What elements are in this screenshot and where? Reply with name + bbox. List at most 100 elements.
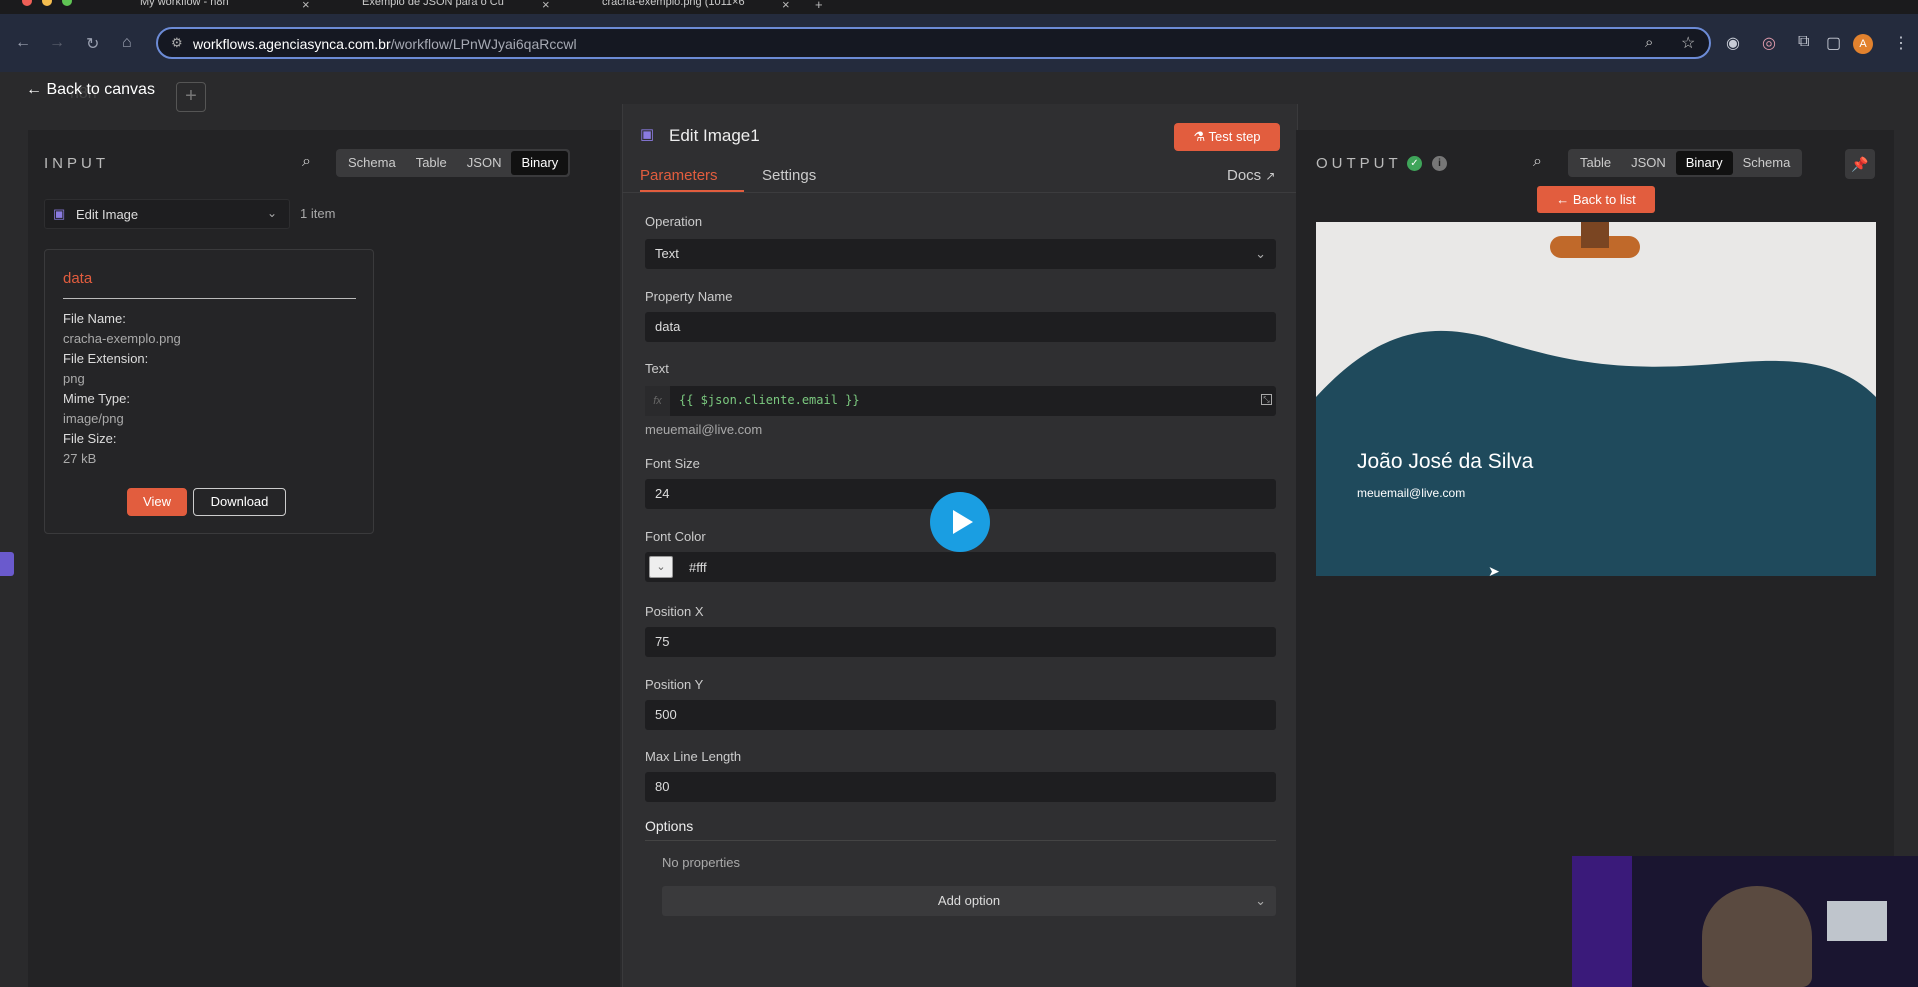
bookmark-star-icon[interactable]: ☆ (1681, 33, 1695, 53)
arrow-left-icon: ← (1556, 192, 1570, 207)
tab-title: My workflow - n8n (140, 0, 229, 8)
close-tab-icon[interactable]: × (302, 0, 310, 12)
tab-binary[interactable]: Binary (511, 151, 569, 175)
output-panel-title: OUTPUT (1316, 155, 1402, 172)
extensions-puzzle-icon[interactable]: ⧉ (1798, 33, 1809, 51)
badge-image-preview: João José da Silva meuemail@live.com (1316, 222, 1876, 576)
tab-json[interactable]: JSON (1621, 151, 1676, 175)
chevron-down-icon: ⌄ (267, 206, 278, 220)
tabs-divider (622, 192, 1298, 193)
badge-email: meuemail@live.com (1357, 486, 1466, 500)
success-check-icon: ✓ (1407, 156, 1422, 171)
chevron-down-icon: ⌄ (1255, 893, 1266, 908)
view-button[interactable]: View (127, 488, 187, 516)
avatar-letter: A (1859, 38, 1867, 50)
address-bar[interactable]: ⚙ workflows.agenciasynca.com.br/workflow… (156, 27, 1711, 59)
mime-label: Mime Type: (63, 391, 130, 406)
home-icon[interactable]: ⌂ (122, 34, 132, 52)
webcam-backlight (1572, 856, 1632, 987)
arrow-left-icon: ← (26, 81, 42, 98)
side-handle[interactable] (0, 552, 14, 576)
font-color-value: #fff (689, 560, 707, 575)
tab-title: cracha-exemplo.png (1011×6 (602, 0, 745, 8)
close-tab-icon[interactable]: × (782, 0, 790, 12)
file-ext-value: png (63, 371, 85, 386)
tab-table[interactable]: Table (406, 151, 457, 175)
input-node-select[interactable]: ▣ Edit Image ⌄ (44, 199, 290, 229)
close-window-dot[interactable] (22, 0, 32, 6)
sidebar-icon[interactable]: ▢ (1826, 33, 1841, 53)
font-color-input[interactable]: ⌄ #fff (645, 552, 1276, 582)
search-icon[interactable]: ⌕ (302, 153, 311, 171)
max-line-length-input[interactable]: 80 (645, 772, 1276, 802)
search-icon[interactable]: ⌕ (1533, 153, 1542, 171)
tab-table[interactable]: Table (1570, 151, 1621, 175)
tab-settings[interactable]: Settings (762, 167, 816, 184)
play-video-button[interactable] (930, 492, 990, 552)
tab-json[interactable]: JSON (457, 151, 512, 175)
file-size-value: 27 kB (63, 451, 97, 466)
tab-parameters[interactable]: Parameters (640, 167, 718, 184)
webcam-person (1702, 886, 1812, 987)
flask-icon: ⚗ (1193, 129, 1206, 144)
tab-schema[interactable]: Schema (1733, 151, 1801, 175)
play-icon (953, 510, 973, 534)
card-divider (63, 298, 356, 299)
download-button[interactable]: Download (193, 488, 286, 516)
add-option-button[interactable]: Add option ⌄ (662, 886, 1276, 916)
badge-name: João José da Silva (1357, 450, 1534, 473)
forward-arrow-icon[interactable]: → (49, 34, 65, 52)
close-tab-icon[interactable]: × (542, 0, 550, 12)
test-step-label: Test step (1208, 129, 1261, 144)
reload-icon[interactable]: ↻ (86, 34, 99, 54)
extension-icon[interactable]: ◉ (1726, 33, 1740, 53)
new-tab-icon[interactable]: + (815, 0, 823, 12)
site-settings-icon[interactable]: ⚙ (171, 35, 183, 51)
image-icon: ▣ (640, 126, 655, 143)
zoom-icon[interactable]: ⌕ (1645, 34, 1653, 51)
position-y-input[interactable]: 500 (645, 700, 1276, 730)
chrome-extension-icon[interactable]: ◎ (1762, 33, 1776, 53)
expand-icon[interactable]: ⤡ (1261, 394, 1272, 405)
docs-link[interactable]: Docs ↗ (1227, 167, 1275, 184)
maximize-window-dot[interactable] (62, 0, 72, 6)
back-arrow-icon[interactable]: ← (15, 34, 31, 52)
font-color-label: Font Color (645, 529, 706, 544)
back-to-canvas-label: Back to canvas (46, 81, 155, 98)
modal-title[interactable]: Edit Image1 (669, 126, 760, 146)
property-name-input[interactable]: data (645, 312, 1276, 342)
text-expression-input[interactable]: fx {{ $json.cliente.email }} ⤡ (645, 386, 1276, 416)
profile-avatar[interactable]: A (1853, 34, 1873, 54)
max-line-length-label: Max Line Length (645, 749, 742, 764)
info-icon[interactable]: i (1432, 156, 1447, 171)
output-view-tabs: Table JSON Binary Schema (1568, 149, 1803, 177)
browser-tab-github[interactable]: Exemplo de JSON para o Cu (342, 0, 532, 14)
color-swatch-picker[interactable]: ⌄ (649, 556, 673, 578)
file-name-label: File Name: (63, 311, 126, 326)
tab-binary[interactable]: Binary (1675, 151, 1733, 175)
file-ext-label: File Extension: (63, 351, 149, 366)
browser-menu-icon[interactable]: ⋮ (1893, 33, 1909, 53)
back-to-canvas-button[interactable]: ← Back to canvas (26, 81, 155, 99)
operation-select[interactable]: Text ⌄ (645, 239, 1276, 269)
tab-schema[interactable]: Schema (338, 151, 406, 175)
text-preview: meuemail@live.com (645, 422, 763, 437)
position-x-input[interactable]: 75 (645, 627, 1276, 657)
mime-value: image/png (63, 411, 124, 426)
add-node-button[interactable]: + (176, 82, 206, 112)
browser-tab-n8n[interactable]: My workflow - n8n (120, 0, 320, 14)
test-step-button[interactable]: ⚗ Test step (1174, 123, 1280, 151)
no-properties-text: No properties (662, 855, 741, 870)
back-to-list-button[interactable]: ← Back to list (1537, 186, 1655, 213)
minimize-window-dot[interactable] (42, 0, 52, 6)
pin-data-icon[interactable]: 📌 (1845, 149, 1875, 179)
options-label: Options (645, 818, 694, 834)
image-icon: ▣ (53, 206, 66, 221)
text-expression: {{ $json.cliente.email }} (679, 393, 860, 407)
plus-icon: + (185, 85, 197, 107)
node-select-value: Edit Image (76, 207, 139, 222)
browser-tab-image[interactable]: cracha-exemplo.png (1011×6 (582, 0, 772, 14)
input-view-tabs: Schema Table JSON Binary (336, 149, 571, 177)
tab-title: Exemplo de JSON para o Cu (362, 0, 504, 8)
mouse-cursor-icon: ➤ (1488, 563, 1500, 579)
